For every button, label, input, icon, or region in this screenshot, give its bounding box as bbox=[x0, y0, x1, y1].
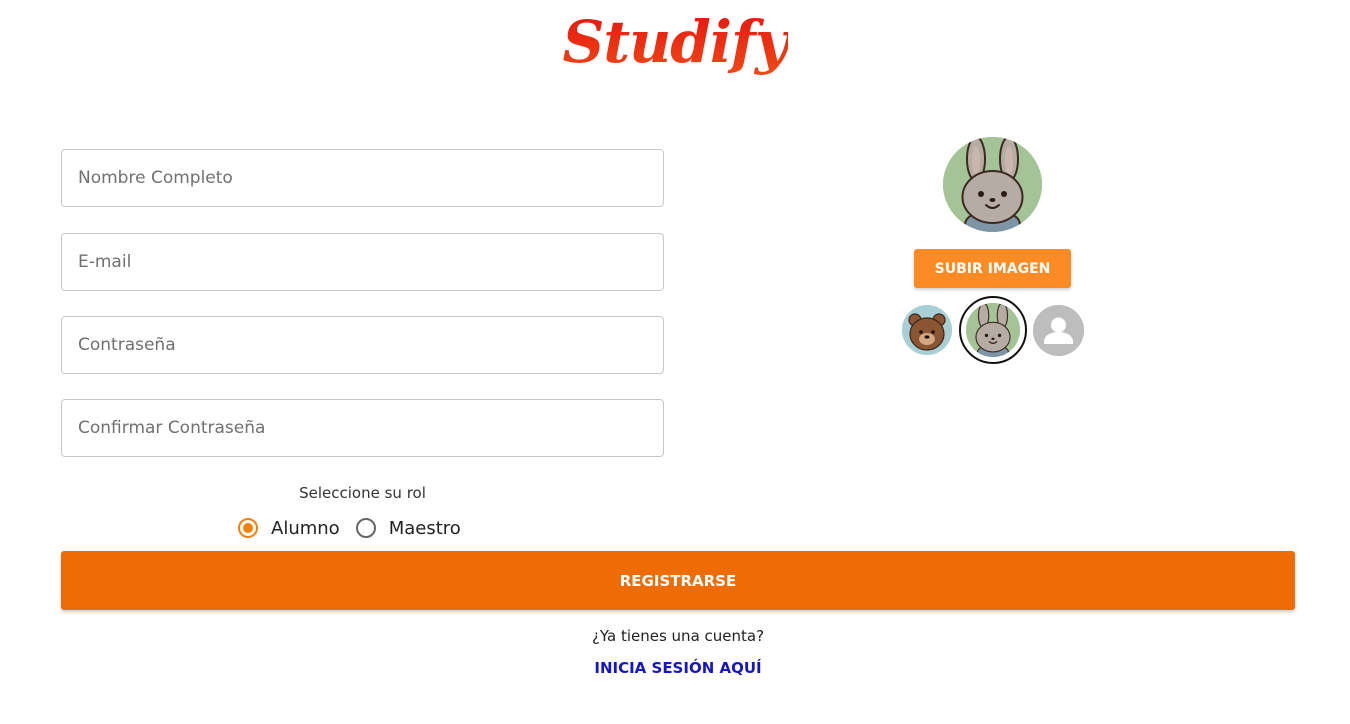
upload-image-button[interactable]: SUBIR IMAGEN bbox=[914, 249, 1071, 288]
role-title: Seleccione su rol bbox=[299, 484, 426, 502]
role-radio-alumno[interactable]: Alumno bbox=[238, 518, 340, 539]
full-name-field[interactable] bbox=[61, 149, 664, 207]
avatar-option-default[interactable] bbox=[1033, 305, 1084, 356]
role-label-alumno: Alumno bbox=[271, 517, 340, 539]
bear-avatar-icon bbox=[902, 305, 952, 355]
avatar-option-bunny[interactable] bbox=[959, 296, 1027, 364]
logo: Studify bbox=[0, 8, 1350, 76]
bunny-avatar-icon bbox=[966, 303, 1020, 357]
have-account-text: ¿Ya tienes una cuenta? bbox=[591, 627, 765, 645]
avatar-option-bear[interactable] bbox=[902, 305, 952, 355]
radio-checked-icon[interactable] bbox=[238, 518, 258, 538]
login-link[interactable]: INICIA SESIÓN AQUÍ bbox=[0, 659, 1350, 677]
confirm-password-field[interactable] bbox=[61, 399, 664, 457]
password-input[interactable] bbox=[76, 334, 663, 356]
role-label-maestro: Maestro bbox=[388, 517, 461, 539]
user-silhouette-icon bbox=[1033, 305, 1084, 356]
logo-text: Studify bbox=[562, 8, 788, 76]
register-button[interactable]: REGISTRARSE bbox=[61, 551, 1295, 610]
full-name-input[interactable] bbox=[76, 167, 663, 189]
bunny-avatar-icon bbox=[943, 137, 1042, 232]
password-field[interactable] bbox=[61, 316, 664, 374]
role-radio-group: Alumno Maestro bbox=[238, 514, 477, 542]
register-page: Studify Seleccione su rol Alumno Maestro… bbox=[0, 0, 1350, 724]
avatar-preview bbox=[943, 137, 1042, 232]
role-radio-maestro[interactable]: Maestro bbox=[355, 517, 461, 539]
avatar-option-bunny-image bbox=[966, 303, 1020, 357]
radio-unchecked-icon[interactable] bbox=[355, 518, 376, 538]
email-input[interactable] bbox=[76, 251, 663, 273]
email-field[interactable] bbox=[61, 233, 664, 291]
confirm-password-input[interactable] bbox=[76, 417, 663, 439]
